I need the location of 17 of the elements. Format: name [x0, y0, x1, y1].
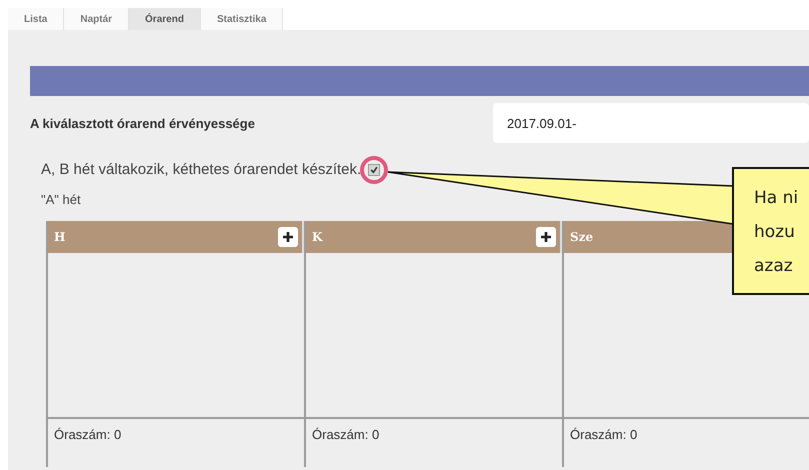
callout-text: hozu [754, 221, 796, 244]
day-name: H [54, 230, 66, 244]
callout-text: Ha ni [754, 187, 800, 210]
day-name: Sze [570, 230, 594, 244]
hour-count: Óraszám: 0 [569, 426, 638, 444]
validity-label: A kiválasztott órarend érvényessége [30, 116, 256, 130]
tab[interactable]: Naptár [64, 8, 130, 30]
hour-count: Óraszám: 0 [311, 426, 380, 444]
day-name: K [312, 230, 322, 244]
hour-count: Óraszám: 0 [53, 426, 122, 444]
tab[interactable]: Órarend [129, 8, 201, 30]
tab[interactable]: Lista [8, 8, 64, 30]
callout-text: azaz [754, 255, 794, 278]
validity-field[interactable]: 2017.09.01- [493, 103, 809, 143]
tab[interactable]: Statisztika [200, 8, 284, 30]
alternating-label: A, B hét váltakozik, kéthetes órarendet készítek. [41, 161, 362, 178]
week-title: "A" hét [41, 192, 81, 207]
